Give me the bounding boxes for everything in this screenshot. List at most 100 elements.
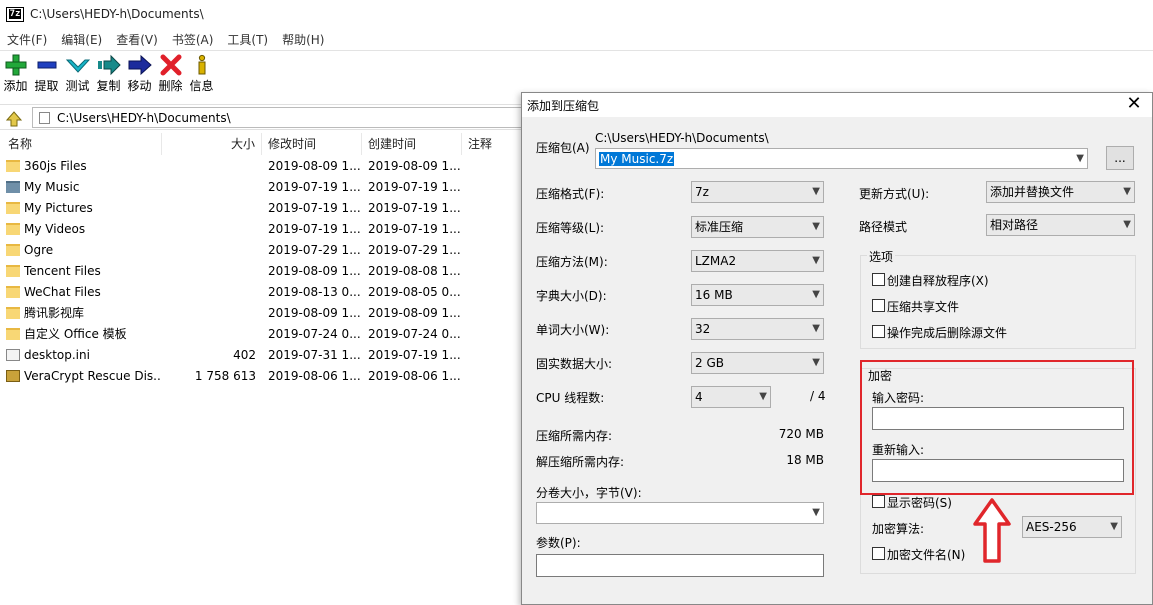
column-size[interactable]: 大小 [162, 133, 262, 155]
archive-label: 压缩包(A) [536, 141, 590, 155]
dialog-title-bar: 添加到压缩包 ✕ [522, 93, 1152, 117]
archive-name-text: My Music.7z [599, 152, 675, 166]
folder-icon [39, 112, 50, 124]
params-input[interactable] [536, 554, 824, 577]
table-row[interactable]: Ogre 2019-07-29 1... 2019-07-29 1... [0, 240, 525, 261]
shared-files-label: 压缩共享文件 [887, 300, 960, 314]
folder-icon [6, 202, 20, 214]
table-row[interactable]: 自定义 Office 模板 2019-07-24 0... 2019-07-24 0… [0, 324, 525, 345]
file-created: 2019-07-19 1... [368, 222, 460, 236]
volume-select[interactable]: ▼ [536, 502, 824, 524]
menu-bar: 文件(F) 编辑(E) 查看(V) 书签(A) 工具(T) 帮助(H) [0, 30, 1153, 50]
mem-decompress-label: 解压缩所需内存: [536, 455, 625, 469]
file-created: 2019-07-19 1... [368, 180, 460, 194]
column-created[interactable]: 创建时间 [362, 133, 462, 155]
address-input[interactable]: C:\Users\HEDY-h\Documents\ [32, 107, 525, 128]
file-modified: 2019-07-24 0... [268, 327, 360, 341]
update-label: 更新方式(U): [859, 187, 930, 201]
column-name[interactable]: 名称 [0, 133, 162, 155]
file-created: 2019-07-24 0... [368, 327, 460, 341]
delete-button[interactable]: 删除 [155, 52, 186, 98]
up-folder-button[interactable] [4, 108, 24, 128]
enc-method-select[interactable]: AES-256 ▼ [1022, 516, 1122, 538]
file-modified: 2019-07-31 1... [268, 348, 360, 362]
dialog-title: 添加到压缩包 [527, 99, 600, 113]
close-button[interactable]: ✕ [1124, 95, 1144, 115]
file-modified: 2019-07-19 1... [268, 201, 360, 215]
info-icon [189, 52, 215, 78]
file-name: My Pictures [24, 201, 93, 215]
sfx-checkbox[interactable] [872, 273, 885, 286]
path-mode-select[interactable]: 相对路径 ▼ [986, 214, 1135, 236]
delete-after-label: 操作完成后删除源文件 [887, 326, 1008, 340]
menu-tools[interactable]: 工具(T) [220, 30, 275, 50]
level-select[interactable]: 标准压缩 ▼ [691, 216, 824, 238]
method-select[interactable]: LZMA2 ▼ [691, 250, 824, 272]
title-bar: 7z C:\Users\HEDY-h\Documents\ [0, 0, 1153, 30]
up-arrow-annotation-icon [973, 498, 1011, 563]
plus-icon [3, 52, 29, 78]
solid-label: 固实数据大小: [536, 357, 613, 371]
dict-label: 字典大小(D): [536, 289, 607, 303]
table-row[interactable]: 腾讯影视库 2019-08-09 1... 2019-08-09 1... [0, 303, 525, 324]
delete-after-checkbox[interactable] [872, 325, 885, 338]
browse-button[interactable]: ... [1106, 146, 1134, 170]
volume-label: 分卷大小，字节(V): [536, 486, 642, 500]
file-size: 402 [233, 348, 256, 362]
file-name: My Music [24, 180, 80, 194]
table-row[interactable]: 360js Files 2019-08-09 1... 2019-08-09 1..… [0, 156, 525, 177]
folder-icon [6, 328, 20, 340]
file-size: 1 758 613 [194, 369, 256, 383]
file-modified: 2019-07-29 1... [268, 243, 360, 257]
menu-help[interactable]: 帮助(H) [275, 30, 331, 50]
file-name: 自定义 Office 模板 [24, 327, 127, 341]
file-created: 2019-08-08 1... [368, 264, 460, 278]
show-password-checkbox[interactable] [872, 495, 885, 508]
file-modified: 2019-08-09 1... [268, 264, 360, 278]
menu-separator [0, 50, 1153, 51]
file-modified: 2019-08-13 0... [268, 285, 360, 299]
info-button[interactable]: 信息 [186, 52, 217, 98]
file-created: 2019-07-29 1... [368, 243, 460, 257]
table-row[interactable]: VeraCrypt Rescue Dis... 1 758 613 2019-08-… [0, 366, 525, 387]
chevron-down-icon: ▼ [812, 507, 820, 518]
shared-files-checkbox[interactable] [872, 299, 885, 312]
menu-file[interactable]: 文件(F) [0, 30, 54, 50]
solid-select[interactable]: 2 GB ▼ [691, 352, 824, 374]
method-label: 压缩方法(M): [536, 255, 608, 269]
add-button[interactable]: 添加 [0, 52, 31, 98]
cpu-select[interactable]: 4 ▼ [691, 386, 771, 408]
table-row[interactable]: WeChat Files 2019-08-13 0... 2019-08-05 0.… [0, 282, 525, 303]
dict-select[interactable]: 16 MB ▼ [691, 284, 824, 306]
table-row[interactable]: desktop.ini 402 2019-07-31 1... 2019-07-19 … [0, 345, 525, 366]
window-title: C:\Users\HEDY-h\Documents\ [30, 7, 204, 21]
table-row[interactable]: Tencent Files 2019-08-09 1... 2019-08-08 1… [0, 261, 525, 282]
table-row[interactable]: My Videos 2019-07-19 1... 2019-07-19 1... [0, 219, 525, 240]
table-row[interactable]: My Pictures 2019-07-19 1... 2019-07-19 1..… [0, 198, 525, 219]
close-icon: ✕ [1126, 93, 1142, 114]
test-button[interactable]: 测试 [62, 52, 93, 98]
update-select[interactable]: 添加并替换文件 ▼ [986, 181, 1135, 203]
file-modified: 2019-07-19 1... [268, 222, 360, 236]
file-name: VeraCrypt Rescue Dis... [24, 369, 160, 383]
move-button[interactable]: 移动 [124, 52, 155, 98]
archive-name-combo[interactable]: My Music.7z ▼ [595, 148, 1088, 169]
mem-compress-label: 压缩所需内存: [536, 429, 613, 443]
file-created: 2019-07-19 1... [368, 201, 460, 215]
encrypt-names-checkbox[interactable] [872, 547, 885, 560]
file-name: Tencent Files [24, 264, 101, 278]
column-comment[interactable]: 注释 [462, 133, 525, 155]
word-select[interactable]: 32 ▼ [691, 318, 824, 340]
format-select[interactable]: 7z ▼ [691, 181, 824, 203]
extract-button[interactable]: 提取 [31, 52, 62, 98]
menu-view[interactable]: 查看(V) [109, 30, 165, 50]
minus-icon [34, 52, 60, 78]
menu-bookmarks[interactable]: 书签(A) [165, 30, 221, 50]
menu-edit[interactable]: 编辑(E) [54, 30, 109, 50]
copy-button[interactable]: 复制 [93, 52, 124, 98]
column-modified[interactable]: 修改时间 [262, 133, 362, 155]
table-row[interactable]: My Music 2019-07-19 1... 2019-07-19 1... [0, 177, 525, 198]
file-name: 腾讯影视库 [24, 306, 85, 320]
folder-icon [6, 265, 20, 277]
file-modified: 2019-08-09 1... [268, 159, 360, 173]
